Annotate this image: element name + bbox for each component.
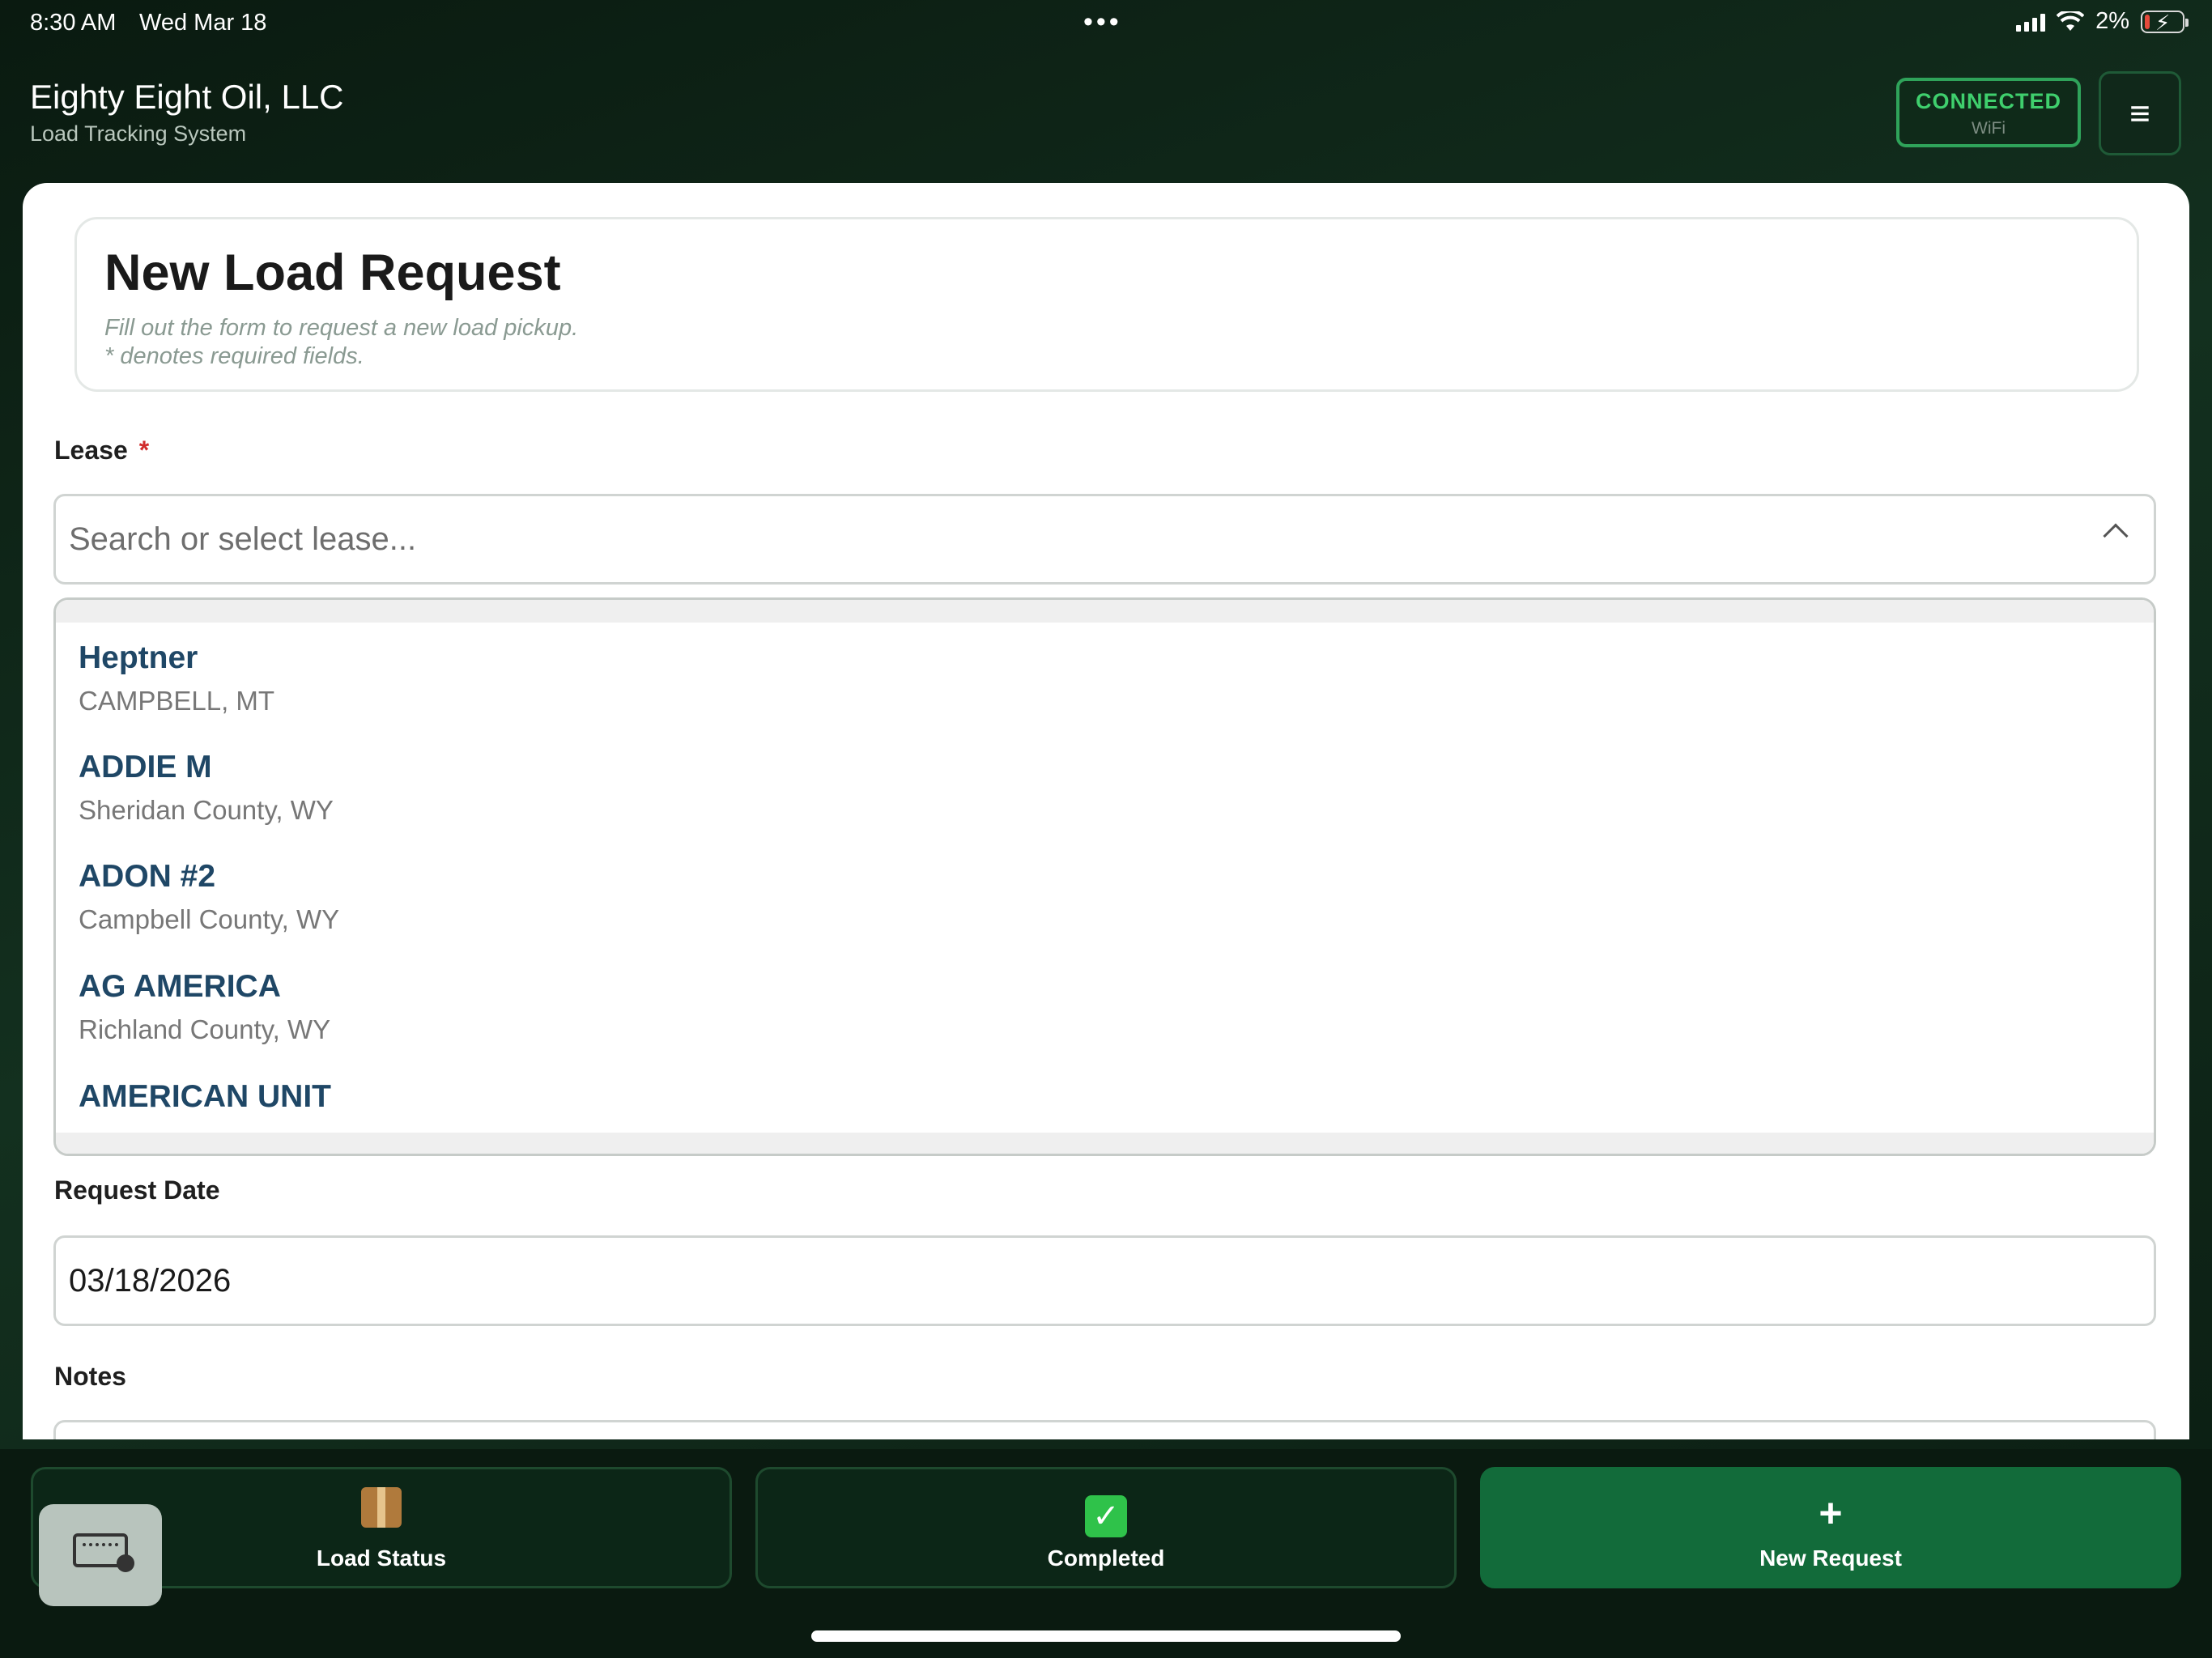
- keyboard-icon: [73, 1533, 134, 1572]
- battery-icon: ⚡: [2141, 10, 2189, 35]
- app-title: Eighty Eight Oil, LLC: [30, 78, 344, 116]
- page-title: New Load Request: [104, 244, 561, 301]
- connection-status: CONNECTED: [1915, 89, 2061, 113]
- connection-status-badge: CONNECTED WiFi: [1896, 78, 2081, 147]
- status-bar: 8:30 AM Wed Mar 18 ••• 2% ⚡: [0, 0, 2212, 49]
- status-date: Wed Mar 18: [139, 10, 267, 36]
- chevron-up-icon[interactable]: [2103, 523, 2129, 549]
- lease-option[interactable]: AG AMERICA Richland County, WY: [79, 969, 330, 1045]
- notes-label: Notes: [54, 1362, 126, 1391]
- hamburger-icon: ≡: [2129, 94, 2150, 134]
- lease-option-name: ADDIE M: [79, 750, 212, 784]
- menu-button[interactable]: ≡: [2099, 71, 2181, 155]
- cellular-signal-icon: [2016, 12, 2046, 32]
- lease-dropdown[interactable]: Heptner CAMPBELL, MT ADDIE M Sheridan Co…: [53, 597, 2156, 1156]
- lease-option-name: Heptner: [79, 640, 198, 675]
- lease-option[interactable]: Heptner CAMPBELL, MT: [79, 640, 274, 716]
- lease-option-location: CAMPBELL, MT: [79, 686, 275, 716]
- wifi-icon: [2057, 11, 2085, 31]
- lease-search-input[interactable]: Search or select lease...: [53, 494, 2156, 585]
- lease-option[interactable]: AMERICAN UNIT: [79, 1079, 331, 1115]
- lease-option-location: Sheridan County, WY: [79, 795, 334, 825]
- notes-textarea[interactable]: [53, 1420, 2156, 1439]
- lease-option-name: ADON #2: [79, 859, 216, 894]
- status-time: 8:30 AM: [30, 10, 117, 36]
- required-marker: *: [138, 436, 150, 465]
- lease-label: Lease *: [54, 436, 150, 465]
- battery-percent: 2%: [2095, 8, 2129, 34]
- request-date-input[interactable]: 03/18/2026: [53, 1235, 2156, 1326]
- home-indicator[interactable]: [811, 1630, 1401, 1642]
- status-indicators: 2% ⚡: [2016, 8, 2189, 35]
- plus-icon: +: [1819, 1490, 1843, 1536]
- package-icon: [361, 1487, 402, 1528]
- request-date-label: Request Date: [54, 1175, 220, 1205]
- form-card: New Load Request Fill out the form to re…: [23, 183, 2189, 1439]
- checkmark-icon: ✓: [1085, 1495, 1127, 1537]
- form-help-text: Fill out the form to request a new load …: [104, 315, 579, 341]
- lease-option[interactable]: ADDIE M Sheridan County, WY: [79, 750, 334, 826]
- lease-option-name: AMERICAN UNIT: [79, 1079, 331, 1114]
- lease-option-name: AG AMERICA: [79, 969, 281, 1004]
- app-subtitle: Load Tracking System: [30, 121, 247, 146]
- multitasking-dots-icon[interactable]: •••: [1083, 6, 1122, 38]
- lease-option-location: Richland County, WY: [79, 1014, 331, 1044]
- tab-completed[interactable]: ✓ Completed: [755, 1467, 1457, 1588]
- tab-label: Completed: [1047, 1545, 1165, 1571]
- connection-type: WiFi: [1972, 119, 2006, 138]
- lease-option[interactable]: ADON #2 Campbell County, WY: [79, 859, 339, 935]
- required-fields-note: * denotes required fields.: [104, 343, 364, 369]
- form-header: New Load Request Fill out the form to re…: [74, 217, 2139, 392]
- tab-new-request[interactable]: + New Request: [1480, 1467, 2181, 1588]
- keyboard-toggle-button[interactable]: [39, 1504, 162, 1606]
- lease-option-location: Campbell County, WY: [79, 904, 340, 934]
- tab-label: New Request: [1759, 1545, 1902, 1571]
